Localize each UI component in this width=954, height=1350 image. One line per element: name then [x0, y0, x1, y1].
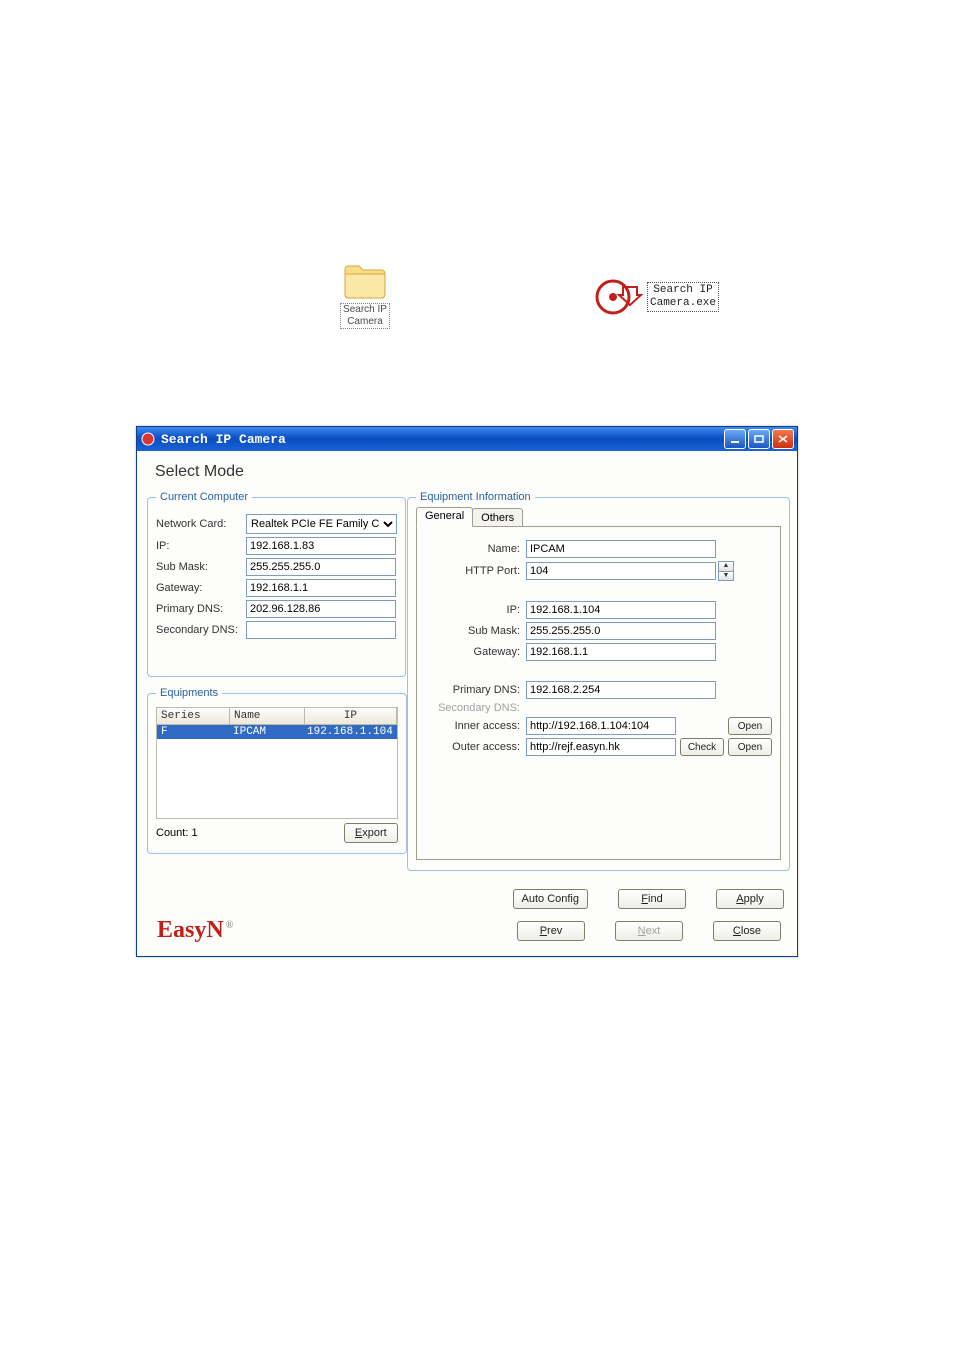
- cc-gateway-input[interactable]: [246, 579, 396, 597]
- cc-sdns-input[interactable]: [246, 621, 396, 639]
- network-card-label: Network Card:: [156, 518, 246, 530]
- ei-sdns-label: Secondary DNS:: [425, 702, 526, 714]
- cell-ip: 192.168.1.104: [303, 725, 397, 739]
- folder-icon: [341, 260, 389, 300]
- desktop-exe-label: Search IP Camera.exe: [647, 282, 719, 311]
- ei-pdns-label: Primary DNS:: [425, 684, 526, 696]
- cd-install-icon: [595, 275, 643, 319]
- inner-open-button[interactable]: Open: [728, 717, 772, 735]
- export-button[interactable]: Export: [344, 823, 398, 843]
- auto-config-button[interactable]: Auto Config: [513, 889, 588, 909]
- page-heading: Select Mode: [147, 457, 787, 491]
- table-row[interactable]: F IPCAM 192.168.1.104: [157, 725, 397, 739]
- current-computer-legend: Current Computer: [156, 491, 252, 503]
- tab-general[interactable]: General: [416, 507, 473, 527]
- cc-ip-input[interactable]: [246, 537, 396, 555]
- port-spinner[interactable]: ▲ ▼: [718, 561, 734, 581]
- ei-inner-input[interactable]: [526, 717, 676, 735]
- apply-button[interactable]: Apply: [716, 889, 784, 909]
- app-icon: [141, 432, 155, 446]
- titlebar[interactable]: Search IP Camera: [137, 427, 797, 451]
- cc-submask-input[interactable]: [246, 558, 396, 576]
- equipments-table[interactable]: Series Name IP F IPCAM 192.168.1.104: [156, 707, 398, 819]
- equipment-info-legend: Equipment Information: [416, 491, 535, 503]
- find-button[interactable]: Find: [618, 889, 686, 909]
- cc-gateway-label: Gateway:: [156, 582, 246, 594]
- cc-ip-label: IP:: [156, 540, 246, 552]
- cell-name: IPCAM: [229, 725, 303, 739]
- desktop-exe-shortcut[interactable]: Search IP Camera.exe: [595, 275, 719, 319]
- count-label: Count: 1: [156, 827, 198, 839]
- desktop-folder-label: Search IP Camera: [340, 303, 390, 329]
- equipments-group: Equipments Series Name IP F IPCAM 192.16…: [147, 687, 407, 854]
- ei-name-input[interactable]: [526, 540, 716, 558]
- ei-outer-input[interactable]: [526, 738, 676, 756]
- spin-down-icon[interactable]: ▼: [719, 572, 733, 581]
- ei-inner-label: Inner access:: [425, 720, 526, 732]
- prev-button[interactable]: Prev: [517, 921, 585, 941]
- current-computer-group: Current Computer Network Card: Realtek P…: [147, 491, 406, 677]
- outer-open-button[interactable]: Open: [728, 738, 772, 756]
- tab-others[interactable]: Others: [472, 508, 523, 527]
- ei-ip-input[interactable]: [526, 601, 716, 619]
- cc-submask-label: Sub Mask:: [156, 561, 246, 573]
- ei-submask-input[interactable]: [526, 622, 716, 640]
- minimize-button[interactable]: [724, 429, 746, 449]
- ei-gateway-label: Gateway:: [425, 646, 526, 658]
- equipments-legend: Equipments: [156, 687, 222, 699]
- ei-name-label: Name:: [425, 543, 526, 555]
- close-window-button[interactable]: [772, 429, 794, 449]
- ei-pdns-input[interactable]: [526, 681, 716, 699]
- ei-gateway-input[interactable]: [526, 643, 716, 661]
- window-title: Search IP Camera: [161, 432, 286, 447]
- cell-series: F: [157, 725, 229, 739]
- ei-outer-label: Outer access:: [425, 741, 526, 753]
- col-ip[interactable]: IP: [305, 708, 397, 724]
- ei-ip-label: IP:: [425, 604, 526, 616]
- cc-pdns-label: Primary DNS:: [156, 603, 246, 615]
- cc-sdns-label: Secondary DNS:: [156, 624, 246, 636]
- desktop-folder-shortcut[interactable]: Search IP Camera: [330, 260, 400, 329]
- maximize-button[interactable]: [748, 429, 770, 449]
- equipment-info-group: Equipment Information General Others Nam…: [407, 491, 790, 871]
- outer-check-button[interactable]: Check: [680, 738, 724, 756]
- cc-pdns-input[interactable]: [246, 600, 396, 618]
- network-card-select[interactable]: Realtek PCIe FE Family C: [246, 514, 397, 534]
- search-ip-camera-window: Search IP Camera Select Mode Current Com…: [136, 426, 798, 957]
- ei-port-label: HTTP Port:: [425, 565, 526, 577]
- col-name[interactable]: Name: [230, 708, 305, 724]
- close-button[interactable]: Close: [713, 921, 781, 941]
- brand-logo: EasyN®: [157, 917, 233, 944]
- col-series[interactable]: Series: [157, 708, 230, 724]
- spin-up-icon[interactable]: ▲: [719, 562, 733, 572]
- ei-submask-label: Sub Mask:: [425, 625, 526, 637]
- ei-port-input[interactable]: [526, 562, 716, 580]
- next-button[interactable]: Next: [615, 921, 683, 941]
